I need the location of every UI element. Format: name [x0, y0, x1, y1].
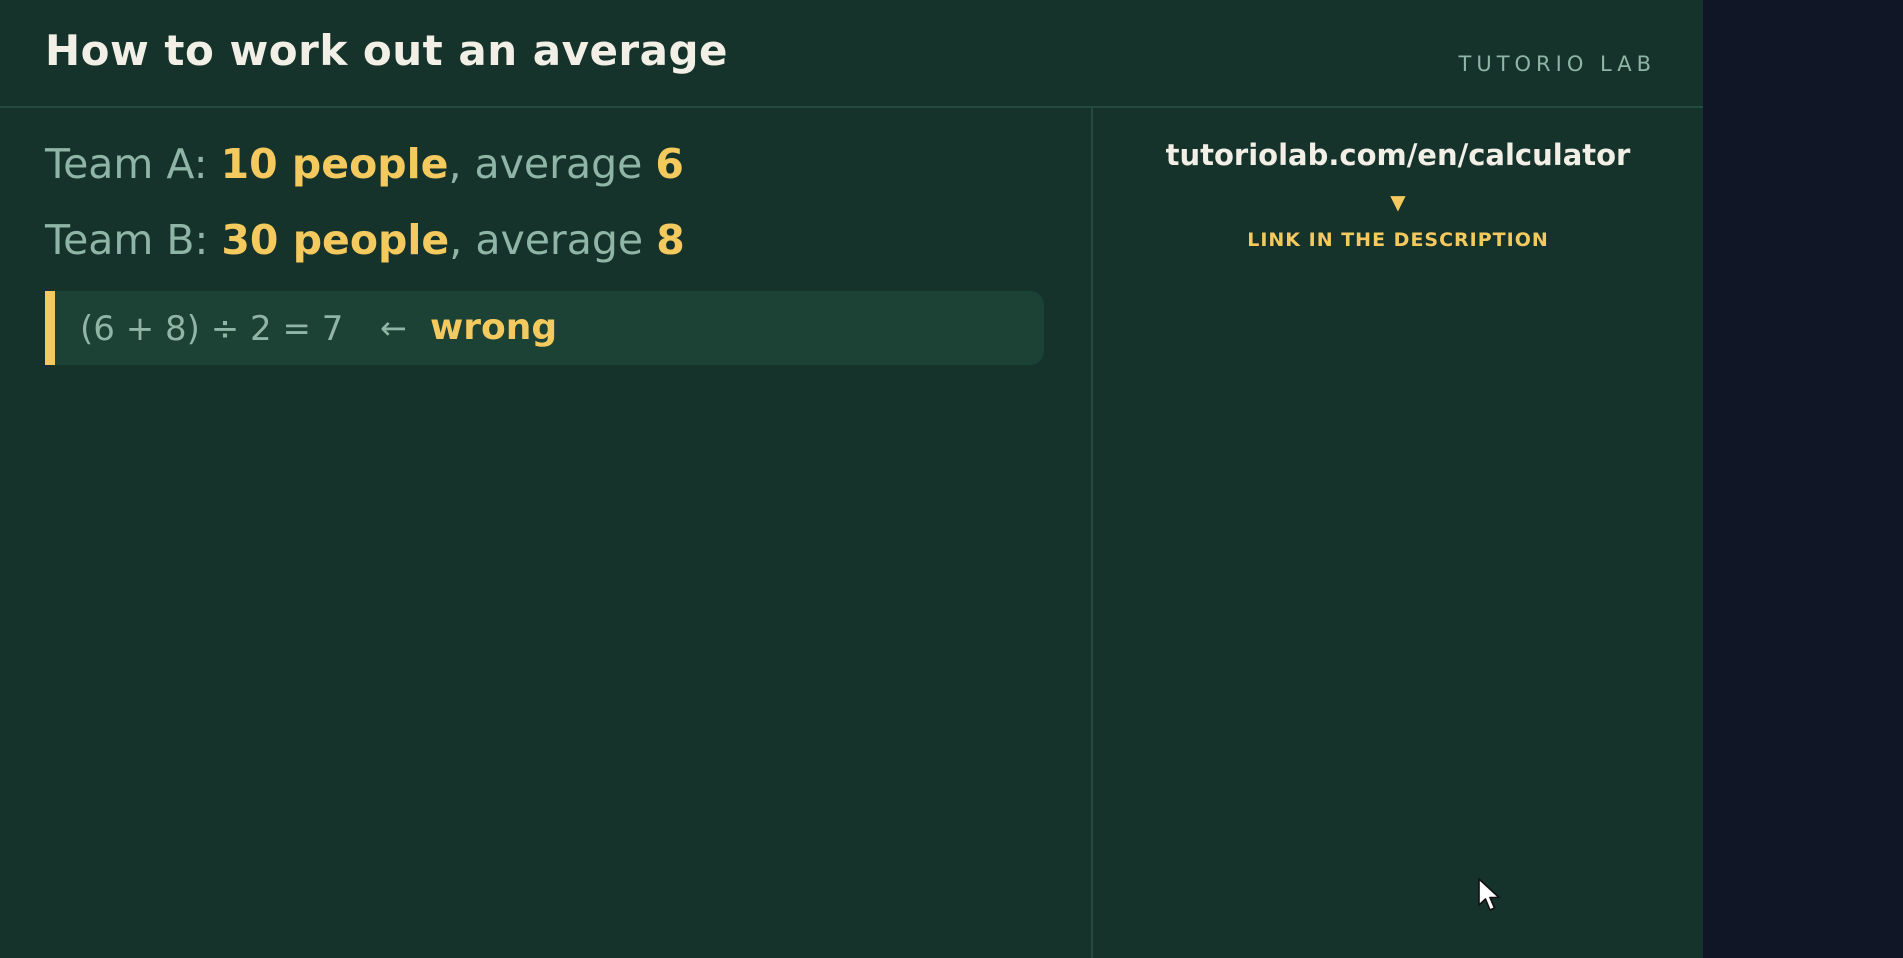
link-in-description-note: LINK IN THE DESCRIPTION — [1247, 229, 1549, 251]
left-arrow-icon: ← — [380, 309, 407, 347]
team-a-average: 6 — [655, 140, 684, 188]
mouse-pointer-icon — [1478, 878, 1500, 911]
brand-logo-text: TUTORIO LAB — [1458, 52, 1656, 76]
team-b-middle: , average — [449, 216, 657, 264]
calculator-url: tutoriolab.com/en/calculator — [1165, 138, 1631, 172]
wrong-formula-callout: (6 + 8) ÷ 2 = 7 ← wrong — [45, 291, 1044, 365]
team-a-line: Team A: 10 people, average 6 — [45, 140, 684, 188]
naive-average-formula: (6 + 8) ÷ 2 = 7 — [80, 309, 344, 349]
team-a-label: Team A: — [45, 140, 221, 188]
header: How to work out an average TUTORIO LAB — [0, 0, 1703, 108]
wrong-label: wrong — [430, 307, 558, 348]
team-a-middle: , average — [448, 140, 656, 188]
page-title: How to work out an average — [45, 26, 729, 75]
team-b-average: 8 — [656, 216, 685, 264]
team-b-label: Team B: — [45, 216, 222, 264]
chalkboard-panel: How to work out an average TUTORIO LAB T… — [0, 0, 1703, 958]
callout-accent-bar — [45, 291, 55, 365]
down-triangle-icon: ▼ — [1390, 190, 1406, 214]
team-a-people: 10 people — [220, 140, 449, 188]
team-b-line: Team B: 30 people, average 8 — [45, 216, 685, 264]
team-b-people: 30 people — [221, 216, 450, 264]
